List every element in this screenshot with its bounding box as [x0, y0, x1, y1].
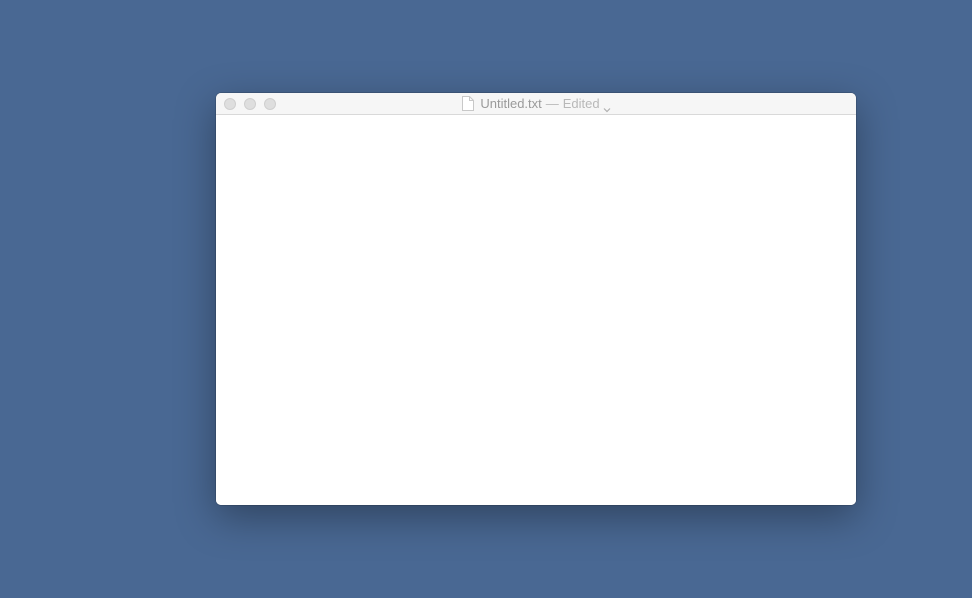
file-name: Untitled.txt [480, 96, 542, 111]
text-editor-area[interactable] [216, 115, 856, 505]
title-bar[interactable]: Untitled.txt — Edited [216, 93, 856, 115]
title-separator: — [545, 96, 559, 111]
chevron-down-icon[interactable] [603, 101, 611, 112]
document-icon[interactable] [461, 96, 475, 111]
text-editor-window[interactable]: Untitled.txt — Edited [216, 93, 856, 505]
window-title: Untitled.txt — Edited [216, 93, 856, 114]
edited-status[interactable]: Edited [563, 96, 600, 111]
